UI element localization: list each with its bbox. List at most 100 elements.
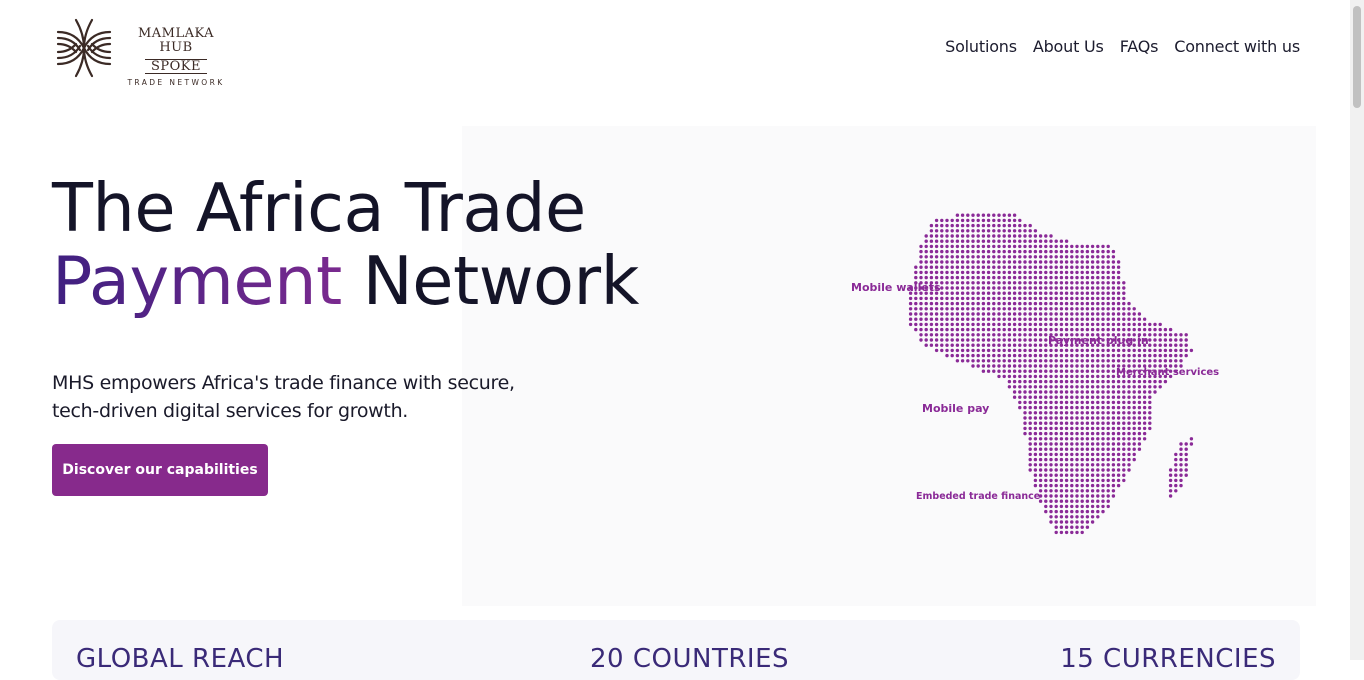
map-dot xyxy=(1096,489,1100,493)
map-dot xyxy=(1111,452,1116,457)
map-dot xyxy=(1075,405,1079,410)
map-dot xyxy=(1101,478,1105,483)
map-dot xyxy=(1007,229,1012,233)
page-scrollbar[interactable] xyxy=(1350,0,1364,660)
map-dot xyxy=(1028,421,1032,425)
map-dot xyxy=(1106,400,1110,405)
discover-capabilities-button[interactable]: Discover our capabilities xyxy=(52,444,268,496)
map-dot xyxy=(1044,385,1048,389)
map-dot xyxy=(976,307,980,311)
map-dot xyxy=(997,312,1001,316)
map-dot xyxy=(1153,327,1157,332)
map-dot xyxy=(1106,312,1110,316)
map-dot xyxy=(992,343,996,347)
map-dot xyxy=(1007,244,1012,249)
map-dot xyxy=(1116,463,1121,467)
map-dot xyxy=(976,275,980,280)
map-dot xyxy=(1028,353,1032,358)
map-dot xyxy=(992,249,996,254)
map-dot xyxy=(1137,312,1142,316)
map-dot xyxy=(1080,400,1084,405)
woven-lines-logo-icon xyxy=(56,18,112,78)
map-dot xyxy=(1090,431,1095,436)
map-dot xyxy=(1142,353,1147,358)
map-dot xyxy=(1111,494,1116,498)
map-dot xyxy=(1028,312,1032,316)
map-dot xyxy=(929,249,934,254)
map-dot xyxy=(986,291,991,295)
scrollbar-thumb[interactable] xyxy=(1353,6,1361,108)
map-dot xyxy=(1049,442,1053,446)
nav-link-solutions[interactable]: Solutions xyxy=(945,36,1017,58)
map-dot xyxy=(1179,473,1183,477)
map-dot xyxy=(986,249,991,254)
map-dot xyxy=(1090,353,1095,358)
hero-title-rest: Network xyxy=(362,242,640,320)
map-dot xyxy=(1028,223,1032,228)
map-dot xyxy=(1049,400,1053,405)
map-dot xyxy=(1012,327,1017,332)
map-dot xyxy=(1142,411,1147,415)
map-dot xyxy=(945,286,949,290)
map-dot xyxy=(1012,385,1017,389)
map-dot xyxy=(1033,457,1038,462)
map-dot xyxy=(1127,405,1131,410)
map-dot xyxy=(1023,229,1027,233)
map-dot xyxy=(1179,478,1183,483)
map-dot xyxy=(1064,478,1069,483)
nav-link-connect[interactable]: Connect with us xyxy=(1174,36,1300,58)
map-dot xyxy=(1064,291,1069,295)
nav-link-about-us[interactable]: About Us xyxy=(1033,36,1104,58)
map-dot xyxy=(1023,405,1027,410)
brand-logo[interactable]: MAMLAKA HUB SPOKE TRADE NETWORK xyxy=(54,18,234,87)
map-dot xyxy=(945,265,949,269)
map-dot xyxy=(1127,395,1131,399)
map-dot xyxy=(981,218,986,223)
map-dot xyxy=(976,281,980,285)
map-dot xyxy=(1054,296,1058,301)
map-dot xyxy=(945,333,949,337)
map-dot xyxy=(1075,260,1079,264)
map-dot xyxy=(1049,520,1053,524)
map-dot xyxy=(1054,463,1058,467)
map-dot xyxy=(1059,270,1064,275)
map-dot xyxy=(1096,286,1100,290)
map-dot xyxy=(1168,348,1173,353)
map-dot xyxy=(929,275,934,280)
nav-link-faqs[interactable]: FAQs xyxy=(1120,36,1159,58)
map-dot xyxy=(1007,307,1012,311)
map-dot xyxy=(1111,249,1116,254)
map-dot xyxy=(1096,385,1100,389)
map-dot xyxy=(1012,265,1017,269)
map-dot xyxy=(1023,353,1027,358)
map-dot xyxy=(955,338,960,342)
map-dot xyxy=(966,359,970,363)
map-dot xyxy=(981,307,986,311)
map-dot xyxy=(1080,281,1084,285)
map-dot xyxy=(934,307,939,311)
map-dot xyxy=(1106,395,1110,399)
map-dot xyxy=(1054,483,1058,488)
map-dot xyxy=(924,296,928,301)
map-dot xyxy=(1038,301,1043,306)
map-dot xyxy=(1002,255,1006,259)
map-dot xyxy=(986,255,991,259)
map-dot xyxy=(1064,530,1069,535)
map-dot xyxy=(929,338,934,342)
map-dot xyxy=(1064,255,1069,259)
map-dot xyxy=(950,239,954,243)
map-dot xyxy=(1028,317,1032,321)
map-dot xyxy=(1054,291,1058,295)
map-dot xyxy=(934,270,939,275)
map-dot xyxy=(1038,390,1043,394)
map-dot xyxy=(1179,457,1183,462)
map-dot xyxy=(1075,255,1079,259)
map-dot xyxy=(1122,405,1126,410)
map-dot xyxy=(1028,239,1032,243)
map-dot xyxy=(1033,239,1038,243)
map-dot xyxy=(1018,338,1022,342)
map-dot xyxy=(1116,447,1121,451)
map-dot xyxy=(934,333,939,337)
map-dot xyxy=(1023,343,1027,347)
map-dot xyxy=(1137,416,1142,420)
